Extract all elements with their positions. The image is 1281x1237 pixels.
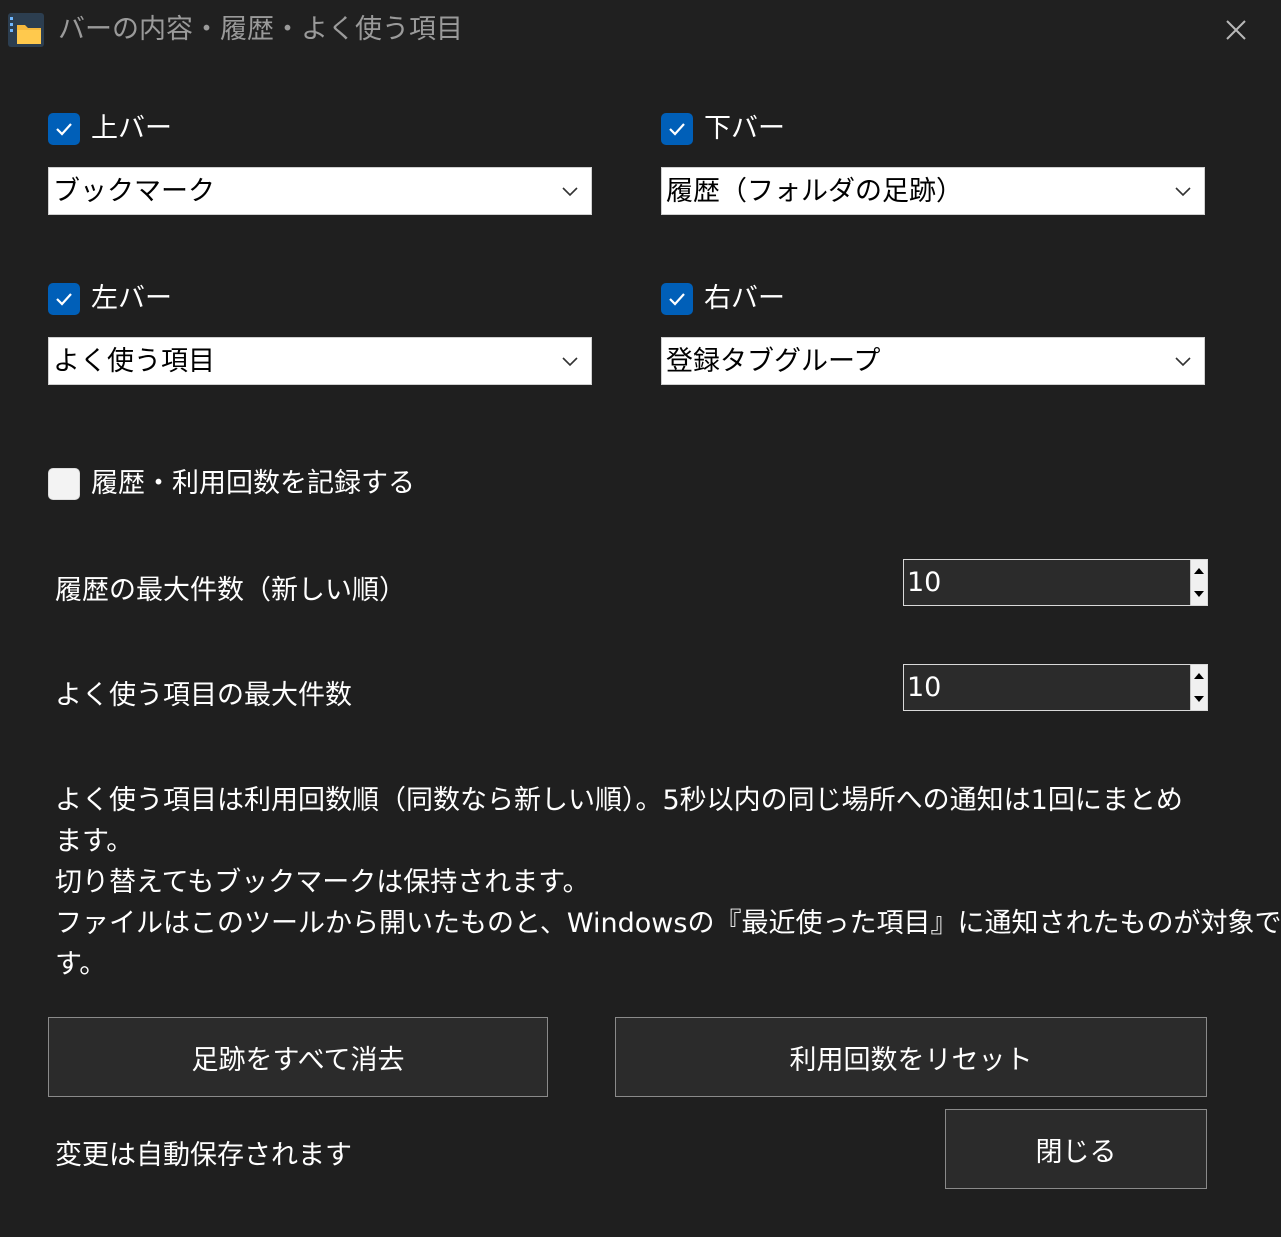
check-icon — [669, 123, 685, 136]
history-max-label: 履歴の最大件数（新しい順） — [55, 575, 406, 606]
history-max-stepper[interactable]: 10 — [903, 559, 1208, 606]
description-line: す。 — [55, 949, 107, 980]
description-line: よく使う項目は利用回数順（同数なら新しい順）。5秒以内の同じ場所への通知は1回に… — [55, 785, 1183, 816]
increment-button[interactable] — [1191, 560, 1207, 582]
chevron-down-icon — [1175, 187, 1191, 197]
close-button[interactable]: 閉じる — [945, 1109, 1207, 1189]
top-bar-label: 上バー — [91, 113, 172, 144]
check-icon — [669, 293, 685, 306]
frequent-max-value: 10 — [907, 672, 942, 703]
bottom-bar-label: 下バー — [704, 113, 785, 144]
close-window-button[interactable] — [1218, 12, 1254, 48]
right-bar-selected-value: 登録タブグループ — [666, 346, 881, 377]
caret-up-icon — [1194, 673, 1204, 679]
autosave-note: 変更は自動保存されます — [55, 1140, 352, 1171]
caret-down-icon — [1194, 696, 1204, 702]
record-history-label: 履歴・利用回数を記録する — [91, 468, 415, 499]
bottom-bar-checkbox[interactable] — [661, 113, 693, 145]
reset-counts-button[interactable]: 利用回数をリセット — [615, 1017, 1207, 1097]
record-history-checkbox[interactable] — [48, 468, 80, 500]
description-line: ファイルはこのツールから開いたものと、Windowsの『最近使った項目』に通知さ… — [55, 908, 1281, 939]
top-bar-select[interactable]: ブックマーク — [48, 167, 592, 215]
description-text: よく使う項目は利用回数順（同数なら新しい順）。5秒以内の同じ場所への通知は1回に… — [55, 780, 1281, 985]
check-icon — [56, 123, 72, 136]
decrement-button[interactable] — [1191, 688, 1207, 710]
description-line: 切り替えてもブックマークは保持されます。 — [55, 867, 590, 898]
left-bar-label: 左バー — [91, 283, 172, 314]
left-bar-selected-value: よく使う項目 — [53, 346, 215, 377]
window-title: バーの内容・履歴・よく使う項目 — [58, 14, 463, 45]
frequent-max-stepper[interactable]: 10 — [903, 664, 1208, 711]
chevron-down-icon — [562, 187, 578, 197]
chevron-down-icon — [562, 357, 578, 367]
right-bar-select[interactable]: 登録タブグループ — [661, 337, 1205, 385]
bottom-bar-selected-value: 履歴（フォルダの足跡） — [666, 176, 963, 207]
right-bar-label: 右バー — [704, 283, 785, 314]
top-bar-selected-value: ブックマーク — [53, 176, 215, 207]
description-line: ます。 — [55, 826, 134, 857]
bottom-bar-select[interactable]: 履歴（フォルダの足跡） — [661, 167, 1205, 215]
left-bar-checkbox[interactable] — [48, 283, 80, 315]
title-bar: バーの内容・履歴・よく使う項目 — [0, 0, 1281, 60]
increment-button[interactable] — [1191, 665, 1207, 687]
left-bar-select[interactable]: よく使う項目 — [48, 337, 592, 385]
chevron-down-icon — [1175, 357, 1191, 367]
right-bar-checkbox[interactable] — [661, 283, 693, 315]
clear-history-button[interactable]: 足跡をすべて消去 — [48, 1017, 548, 1097]
folder-app-icon — [8, 13, 44, 47]
check-icon — [56, 293, 72, 306]
history-max-value: 10 — [907, 567, 942, 598]
frequent-max-spin-buttons — [1190, 665, 1207, 710]
frequent-max-label: よく使う項目の最大件数 — [55, 680, 352, 711]
history-max-spin-buttons — [1190, 560, 1207, 605]
caret-down-icon — [1194, 591, 1204, 597]
top-bar-checkbox[interactable] — [48, 113, 80, 145]
caret-up-icon — [1194, 568, 1204, 574]
decrement-button[interactable] — [1191, 583, 1207, 605]
close-icon — [1226, 20, 1246, 40]
